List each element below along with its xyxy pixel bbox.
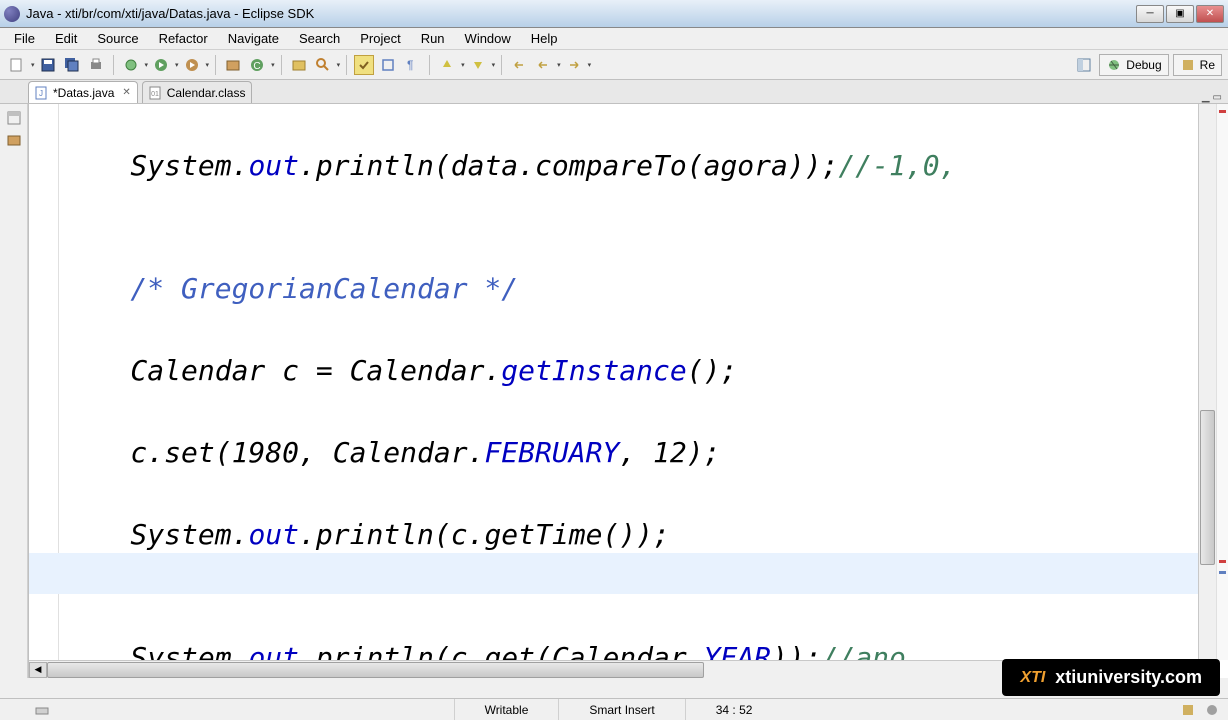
minimize-view-icon[interactable]: ▁ [1202, 92, 1210, 103]
svg-text:C: C [253, 61, 260, 72]
tab-controls: ▁ ▭ [1202, 92, 1228, 103]
print-icon[interactable] [86, 55, 106, 75]
toolbar-separator [501, 55, 502, 75]
maximize-view-icon[interactable]: ▭ [1213, 92, 1222, 103]
menu-run[interactable]: Run [411, 29, 455, 48]
search-icon[interactable] [313, 55, 333, 75]
overview-ruler[interactable] [1216, 104, 1228, 660]
svg-text:01: 01 [151, 91, 159, 98]
run-last-icon[interactable] [182, 55, 202, 75]
toolbar-separator [429, 55, 430, 75]
app-icon [4, 6, 20, 22]
overview-info-mark[interactable] [1219, 571, 1226, 574]
overview-error-mark[interactable] [1219, 110, 1226, 113]
toolbar-separator [215, 55, 216, 75]
status-insert-mode: Smart Insert [558, 699, 684, 720]
status-writable: Writable [454, 699, 559, 720]
toolbar-separator [113, 55, 114, 75]
status-cursor-position: 34 : 52 [685, 699, 783, 720]
window-controls: ─ ▣ ✕ [1136, 5, 1224, 23]
toggle-block-icon[interactable] [378, 55, 398, 75]
back-icon[interactable] [533, 55, 553, 75]
show-whitespace-icon[interactable]: ¶ [402, 55, 422, 75]
menu-search[interactable]: Search [289, 29, 350, 48]
code-area[interactable]: System.out.println(data.compareTo(agora)… [63, 104, 1198, 660]
toolbar: ▾ ▾ ▾ ▾ C ▾ ▾ ¶ ▾ ▾ ▾ ▾ Debug Re [0, 50, 1228, 80]
status-icon [34, 702, 50, 718]
left-trim [0, 104, 28, 678]
perspective-resource[interactable]: Re [1173, 54, 1222, 76]
perspective-switcher: Debug Re [1073, 54, 1222, 76]
prev-annotation-icon[interactable] [468, 55, 488, 75]
menu-file[interactable]: File [4, 29, 45, 48]
dropdown-icon[interactable]: ▾ [337, 61, 341, 69]
class-file-icon: 01 [149, 86, 163, 100]
package-explorer-icon[interactable] [6, 132, 22, 148]
dropdown-icon[interactable]: ▾ [175, 61, 179, 69]
menu-navigate[interactable]: Navigate [218, 29, 289, 48]
svg-text:J: J [39, 89, 43, 98]
watermark-logo: XTI [1020, 669, 1045, 687]
close-icon[interactable]: ✕ [122, 87, 130, 98]
status-build-icon [1180, 702, 1196, 718]
dropdown-icon[interactable]: ▾ [461, 61, 465, 69]
window-titlebar: Java - xti/br/com/xti/java/Datas.java - … [0, 0, 1228, 28]
tab-datas-java[interactable]: J *Datas.java ✕ [28, 81, 138, 103]
perspective-resource-label: Re [1200, 58, 1215, 72]
maximize-button[interactable]: ▣ [1166, 5, 1194, 23]
last-edit-icon[interactable] [509, 55, 529, 75]
new-class-icon[interactable]: C [247, 55, 267, 75]
menu-window[interactable]: Window [455, 29, 521, 48]
new-package-icon[interactable] [223, 55, 243, 75]
scrollbar-thumb[interactable] [47, 662, 704, 678]
save-icon[interactable] [38, 55, 58, 75]
menu-project[interactable]: Project [350, 29, 410, 48]
tab-label: Calendar.class [167, 86, 246, 100]
editor-tabs: J *Datas.java ✕ 01 Calendar.class ▁ ▭ [0, 80, 1228, 104]
java-file-icon: J [35, 86, 49, 100]
restore-view-icon[interactable] [6, 110, 22, 126]
toolbar-separator [281, 55, 282, 75]
svg-text:¶: ¶ [407, 58, 413, 72]
tab-calendar-class[interactable]: 01 Calendar.class [142, 81, 253, 103]
menu-help[interactable]: Help [521, 29, 568, 48]
debug-icon[interactable] [121, 55, 141, 75]
statusbar: Writable Smart Insert 34 : 52 [0, 698, 1228, 720]
editor: ✖ System.out.println(data.compareTo(agor… [28, 104, 1228, 678]
status-gc-icon [1204, 702, 1220, 718]
menu-edit[interactable]: Edit [45, 29, 87, 48]
menubar: File Edit Source Refactor Navigate Searc… [0, 28, 1228, 50]
toggle-mark-icon[interactable] [354, 55, 374, 75]
perspective-debug-label: Debug [1126, 58, 1161, 72]
dropdown-icon[interactable]: ▾ [31, 61, 35, 69]
perspective-debug[interactable]: Debug [1099, 54, 1168, 76]
forward-icon[interactable] [564, 55, 584, 75]
dropdown-icon[interactable]: ▾ [588, 61, 592, 69]
dropdown-icon[interactable]: ▾ [271, 61, 275, 69]
watermark: XTI xtiuniversity.com [1002, 659, 1220, 696]
overview-error-mark[interactable] [1219, 560, 1226, 563]
open-type-icon[interactable] [289, 55, 309, 75]
minimize-button[interactable]: ─ [1136, 5, 1164, 23]
tab-label: *Datas.java [53, 86, 114, 100]
dropdown-icon[interactable]: ▾ [557, 61, 561, 69]
watermark-text: xtiuniversity.com [1055, 667, 1202, 688]
new-icon[interactable] [7, 55, 27, 75]
scroll-left-icon[interactable]: ◀ [29, 662, 47, 678]
next-annotation-icon[interactable] [437, 55, 457, 75]
dropdown-icon[interactable]: ▾ [206, 61, 210, 69]
window-title: Java - xti/br/com/xti/java/Datas.java - … [26, 6, 1136, 21]
dropdown-icon[interactable]: ▾ [145, 61, 149, 69]
toolbar-separator [346, 55, 347, 75]
scrollbar-thumb[interactable] [1200, 410, 1215, 566]
dropdown-icon[interactable]: ▾ [492, 61, 496, 69]
save-all-icon[interactable] [62, 55, 82, 75]
menu-source[interactable]: Source [87, 29, 148, 48]
run-icon[interactable] [151, 55, 171, 75]
vertical-scrollbar[interactable] [1198, 104, 1216, 660]
menu-refactor[interactable]: Refactor [149, 29, 218, 48]
open-perspective-icon[interactable] [1074, 55, 1094, 75]
close-button[interactable]: ✕ [1196, 5, 1224, 23]
